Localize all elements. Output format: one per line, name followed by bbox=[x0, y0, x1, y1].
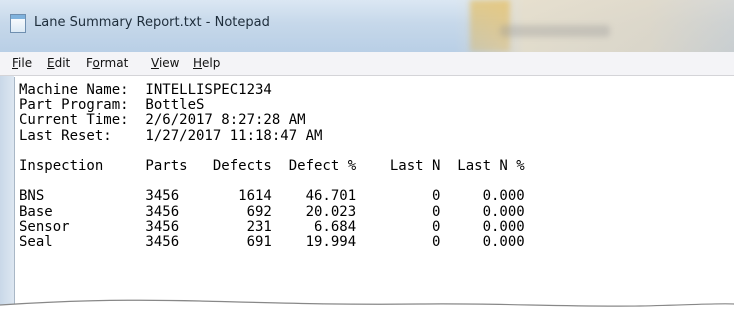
doc-line-machine-name: Machine Name: INTELLISPEC1234 bbox=[19, 82, 272, 98]
menu-help-label: elp bbox=[202, 56, 221, 70]
menu-edit[interactable]: Edit bbox=[47, 56, 70, 70]
menu-view-mnemonic: V bbox=[151, 56, 159, 70]
doc-line-part-program: Part Program: BottleS bbox=[19, 97, 205, 114]
menu-help[interactable]: Help bbox=[193, 56, 220, 70]
torn-edge bbox=[0, 299, 734, 311]
menu-edit-mnemonic: E bbox=[47, 56, 55, 70]
notepad-icon[interactable] bbox=[10, 14, 26, 33]
doc-line-bns: BNS 3456 1614 46.701 0 0.000 bbox=[19, 188, 525, 205]
doc-line-table-header: Inspection Parts Defects Defect % Last N… bbox=[19, 157, 525, 174]
doc-line-blank bbox=[19, 144, 525, 159]
background-text-blur bbox=[500, 25, 610, 37]
window-title: Lane Summary Report.txt - Notepad bbox=[34, 15, 270, 30]
menu-bar: File Edit Format View Help bbox=[0, 52, 734, 76]
menu-format[interactable]: Format bbox=[86, 56, 128, 70]
menu-edit-label: dit bbox=[54, 56, 71, 70]
window-frame-left bbox=[0, 76, 14, 311]
doc-line-base: Base 3456 692 20.023 0 0.000 bbox=[19, 203, 525, 220]
doc-line-seal: Seal 3456 691 19.994 0 0.000 bbox=[19, 233, 525, 250]
doc-line-current-time: Current Time: 2/6/2017 8:27:28 AM bbox=[19, 112, 306, 129]
doc-line-last-reset: Last Reset: 1/27/2017 11:18:47 AM bbox=[19, 127, 323, 144]
doc-line-sensor: Sensor 3456 231 6.684 0 0.000 bbox=[19, 218, 525, 235]
menu-view-label: iew bbox=[158, 56, 180, 70]
doc-line-blank bbox=[19, 174, 525, 189]
menu-file[interactable]: File bbox=[12, 56, 32, 70]
document-text: Machine Name: INTELLISPEC1234 Part Progra… bbox=[19, 82, 525, 250]
menu-format-mnemonic: o bbox=[92, 56, 100, 70]
menu-view[interactable]: View bbox=[151, 56, 179, 70]
text-editor-area[interactable]: Machine Name: INTELLISPEC1234 Part Progra… bbox=[14, 77, 734, 311]
title-bar[interactable]: Lane Summary Report.txt - Notepad bbox=[0, 0, 734, 52]
menu-help-mnemonic: H bbox=[193, 56, 203, 70]
menu-format-label: rmat bbox=[99, 56, 129, 70]
menu-file-label: ile bbox=[18, 56, 33, 70]
